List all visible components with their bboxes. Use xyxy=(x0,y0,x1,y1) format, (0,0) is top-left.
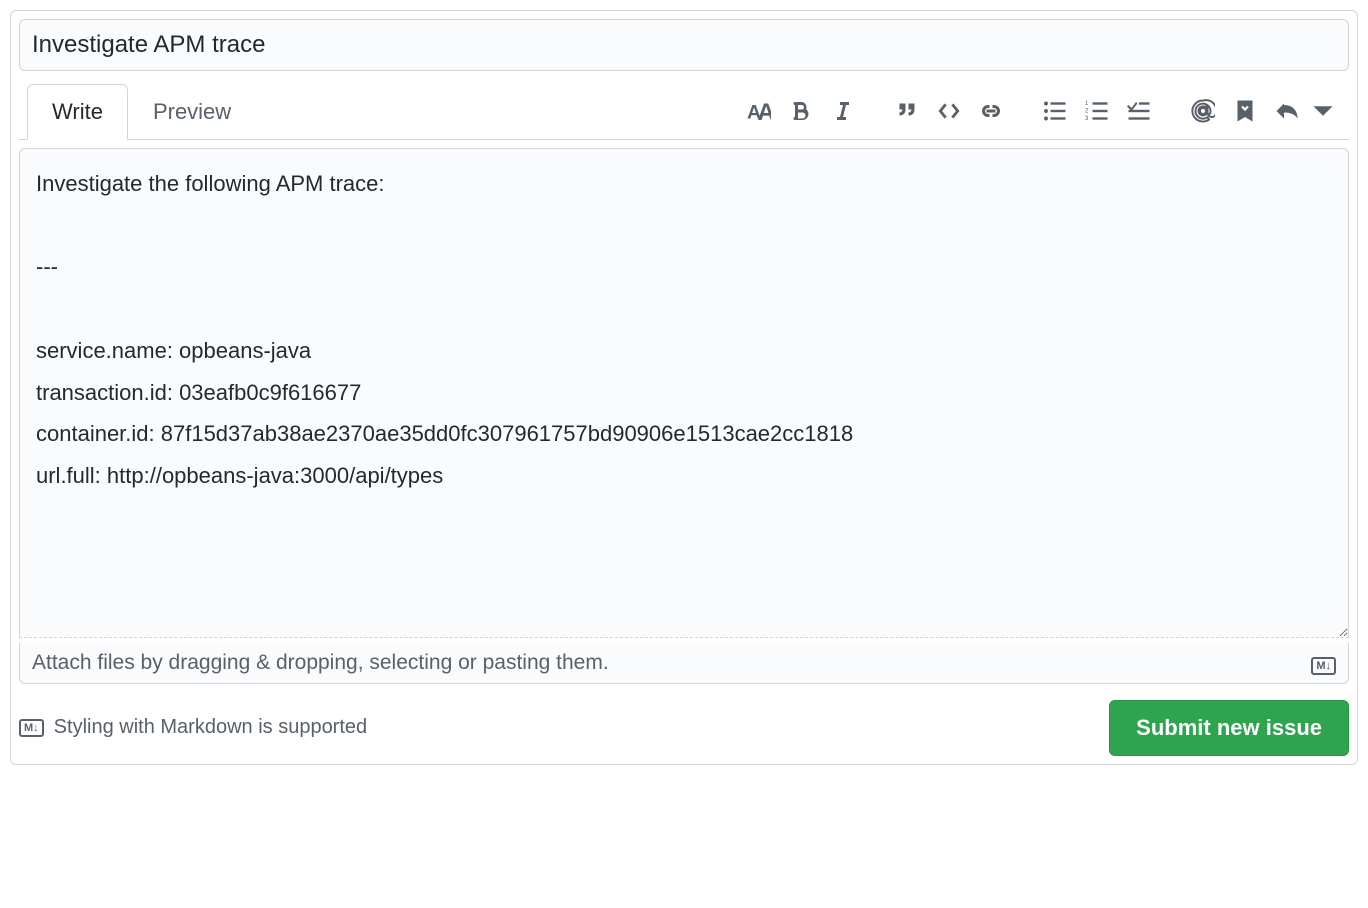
bold-icon[interactable] xyxy=(783,93,819,129)
heading-icon[interactable]: AA xyxy=(741,93,777,129)
markdown-icon[interactable]: M↓ xyxy=(1311,651,1336,675)
tab-write[interactable]: Write xyxy=(27,84,128,140)
reply-icon[interactable] xyxy=(1269,93,1305,129)
svg-text:1: 1 xyxy=(1085,101,1089,107)
numbered-list-icon[interactable]: 12 3 xyxy=(1079,93,1115,129)
body-wrapper: Attach files by dragging & dropping, sel… xyxy=(19,140,1349,684)
chevron-down-icon[interactable] xyxy=(1305,93,1341,129)
markdown-hint-text: Styling with Markdown is supported xyxy=(54,716,367,739)
issue-form: Write Preview AA xyxy=(10,10,1358,765)
saved-reply-icon[interactable] xyxy=(1227,93,1263,129)
svg-text:3: 3 xyxy=(1085,116,1089,122)
form-footer: M↓ Styling with Markdown is supported Su… xyxy=(19,700,1349,756)
tab-preview[interactable]: Preview xyxy=(128,84,256,140)
svg-text:2: 2 xyxy=(1085,108,1089,114)
editor-tab-bar: Write Preview AA xyxy=(19,83,1349,140)
markdown-badge-icon: M↓ xyxy=(19,719,44,737)
svg-text:A: A xyxy=(758,99,772,123)
mention-icon[interactable] xyxy=(1185,93,1221,129)
markdown-toolbar: AA xyxy=(713,93,1349,129)
attach-hint-text: Attach files by dragging & dropping, sel… xyxy=(32,651,609,675)
submit-new-issue-button[interactable]: Submit new issue xyxy=(1109,700,1349,756)
bullet-list-icon[interactable] xyxy=(1037,93,1073,129)
attach-files-bar[interactable]: Attach files by dragging & dropping, sel… xyxy=(19,643,1349,684)
issue-title-input[interactable] xyxy=(19,19,1349,71)
code-icon[interactable] xyxy=(931,93,967,129)
task-list-icon[interactable] xyxy=(1121,93,1157,129)
link-icon[interactable] xyxy=(973,93,1009,129)
issue-body-textarea[interactable] xyxy=(19,148,1349,638)
markdown-hint[interactable]: M↓ Styling with Markdown is supported xyxy=(19,716,367,739)
quote-icon[interactable] xyxy=(889,93,925,129)
italic-icon[interactable] xyxy=(825,93,861,129)
tabs: Write Preview xyxy=(27,83,256,139)
